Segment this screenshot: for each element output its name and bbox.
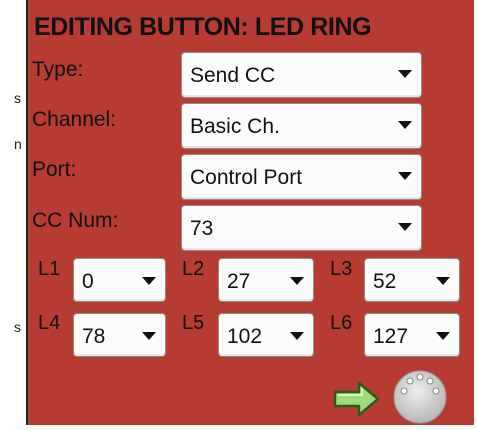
chevron-down-icon [436, 332, 450, 340]
midi-din-connector-icon[interactable] [384, 364, 450, 425]
cc-num-label: CC Num: [32, 209, 119, 232]
led-select-value: 102 [227, 325, 263, 348]
chevron-down-icon [290, 332, 304, 340]
led-label-l6: L6 [330, 312, 353, 334]
chevron-down-icon [398, 121, 412, 129]
led-label-l1: L1 [38, 258, 61, 280]
edge-text-fragment: s [14, 90, 21, 106]
led-label-l2: L2 [182, 258, 205, 280]
channel-select[interactable]: Basic Ch. [181, 103, 422, 149]
led-select-l4[interactable]: 78 [73, 313, 166, 357]
led-label-l4: L4 [38, 312, 61, 334]
cc-num-select-value: 73 [190, 217, 214, 240]
port-select-value: Control Port [190, 166, 303, 189]
channel-select-value: Basic Ch. [190, 115, 280, 138]
port-select[interactable]: Control Port [181, 154, 422, 200]
chevron-down-icon [398, 223, 412, 231]
led-select-value: 127 [373, 325, 409, 348]
led-select-value: 78 [82, 325, 106, 348]
chevron-down-icon [142, 277, 156, 285]
led-label-l3: L3 [330, 258, 353, 280]
edge-text-fragment: s [14, 319, 21, 335]
type-label: Type: [32, 58, 84, 81]
led-select-l3[interactable]: 52 [364, 258, 460, 302]
type-select-value: Send CC [190, 64, 276, 87]
chevron-down-icon [398, 70, 412, 78]
edit-button-panel: EDITING BUTTON: LED RING Type: Send CC C… [26, 0, 474, 425]
led-select-l2[interactable]: 27 [218, 258, 314, 302]
led-label-l5: L5 [182, 312, 205, 334]
led-select-l6[interactable]: 127 [364, 313, 460, 357]
chevron-down-icon [398, 172, 412, 180]
cc-num-select[interactable]: 73 [181, 205, 422, 251]
led-select-value: 0 [82, 270, 94, 293]
chevron-down-icon [436, 277, 450, 285]
background-strip: s n s [0, 0, 26, 425]
chevron-down-icon [142, 332, 156, 340]
panel-title: EDITING BUTTON: LED RING [34, 13, 372, 41]
led-select-value: 27 [227, 270, 251, 293]
led-select-value: 52 [373, 270, 397, 293]
edge-text-fragment: n [14, 136, 22, 152]
channel-label: Channel: [32, 108, 117, 131]
led-select-l1[interactable]: 0 [73, 258, 166, 302]
chevron-down-icon [290, 277, 304, 285]
type-select[interactable]: Send CC [181, 52, 422, 98]
right-arrow-icon[interactable] [333, 381, 381, 417]
led-select-l5[interactable]: 102 [218, 313, 314, 357]
port-label: Port: [32, 158, 77, 181]
